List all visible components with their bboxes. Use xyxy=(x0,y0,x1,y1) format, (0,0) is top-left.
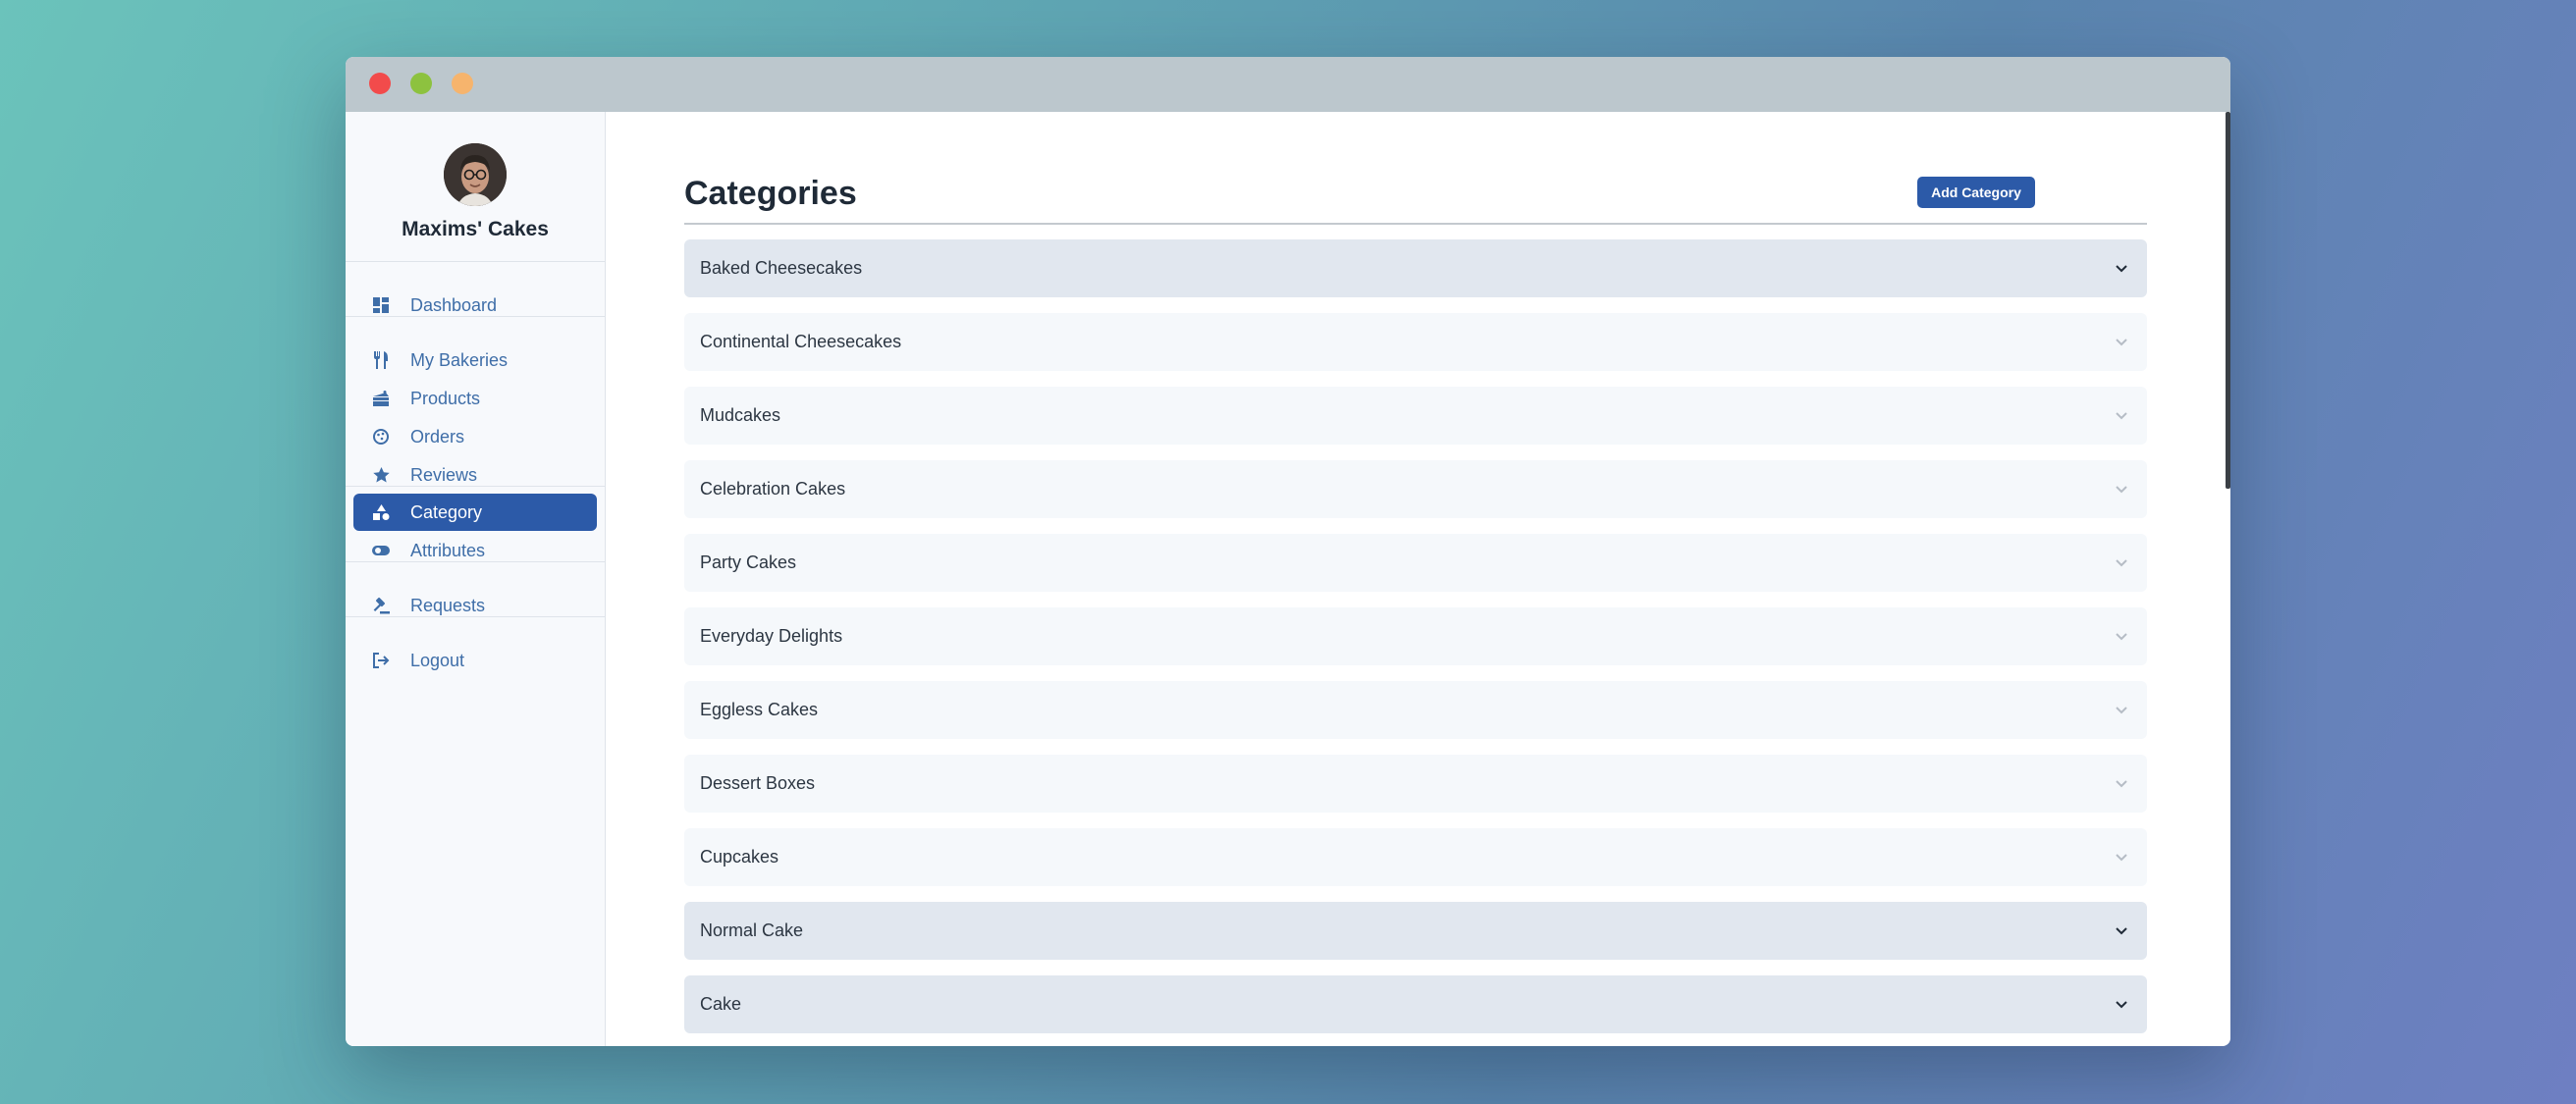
sidebar-divider xyxy=(346,261,605,262)
category-row[interactable]: Party Cakes xyxy=(684,534,2147,592)
brand-name: Maxims' Cakes xyxy=(402,218,549,240)
chevron-down-icon[interactable] xyxy=(2114,261,2129,277)
chevron-down-icon[interactable] xyxy=(2114,335,2129,350)
sidebar-item-label: Orders xyxy=(410,426,465,447)
category-label: Cake xyxy=(700,994,742,1014)
category-label: Normal Cake xyxy=(700,920,804,940)
category-label: Celebration Cakes xyxy=(700,479,846,499)
gavel-icon xyxy=(371,596,391,615)
sidebar-divider xyxy=(346,616,605,617)
category-row[interactable]: Mudcakes xyxy=(684,387,2147,445)
sidebar-item-products[interactable]: Products xyxy=(353,380,597,417)
category-row[interactable]: Continental Cheesecakes xyxy=(684,313,2147,371)
fork-knife-icon xyxy=(371,350,391,370)
chevron-down-icon[interactable] xyxy=(2114,555,2129,571)
sidebar-item-label: Category xyxy=(410,501,483,522)
minimize-window-button[interactable] xyxy=(410,73,432,94)
chevron-down-icon[interactable] xyxy=(2114,703,2129,718)
sidebar-item-requests[interactable]: Requests xyxy=(353,587,597,624)
category-label: Party Cakes xyxy=(700,552,797,572)
category-label: Cupcakes xyxy=(700,847,779,867)
category-row[interactable]: Everyday Delights xyxy=(684,607,2147,665)
chevron-down-icon[interactable] xyxy=(2114,997,2129,1013)
chevron-down-icon[interactable] xyxy=(2114,923,2129,939)
sidebar-item-label: Logout xyxy=(410,650,465,670)
sidebar-item-label: Attributes xyxy=(410,540,486,560)
avatar xyxy=(444,143,507,206)
chevron-down-icon[interactable] xyxy=(2114,482,2129,498)
app-window: Maxims' Cakes Dashboard My Bakeries Prod… xyxy=(346,57,2230,1046)
category-label: Dessert Boxes xyxy=(700,773,816,793)
dashboard-grid-icon xyxy=(371,295,391,315)
add-category-button[interactable]: Add Category xyxy=(1917,177,2035,208)
category-label: Everyday Delights xyxy=(700,626,843,646)
sidebar-divider xyxy=(346,316,605,317)
cookie-icon xyxy=(371,427,391,447)
category-label: Mudcakes xyxy=(700,405,781,425)
category-row[interactable]: Celebration Cakes xyxy=(684,460,2147,518)
category-row[interactable]: Cake xyxy=(684,975,2147,1033)
toggle-icon xyxy=(371,541,391,560)
close-window-button[interactable] xyxy=(369,73,391,94)
star-icon xyxy=(371,465,391,485)
title-divider xyxy=(684,223,2147,225)
sidebar-divider xyxy=(346,486,605,487)
sidebar-item-label: Requests xyxy=(410,595,486,615)
sidebar-divider xyxy=(346,561,605,562)
category-row[interactable]: Baked Cheesecakes xyxy=(684,239,2147,297)
chevron-down-icon[interactable] xyxy=(2114,629,2129,645)
sidebar-item-reviews[interactable]: Reviews xyxy=(353,456,597,494)
category-row[interactable]: Normal Cake xyxy=(684,902,2147,960)
category-row[interactable]: Eggless Cakes xyxy=(684,681,2147,739)
sidebar-item-label: Products xyxy=(410,388,481,408)
window-titlebar xyxy=(346,57,2230,112)
sidebar-item-attributes[interactable]: Attributes xyxy=(353,532,597,569)
cake-slice-icon xyxy=(371,389,391,408)
chevron-down-icon[interactable] xyxy=(2114,776,2129,792)
category-label: Continental Cheesecakes xyxy=(700,332,902,351)
main-content: Categories Add Category Baked Cheesecake… xyxy=(606,112,2223,1046)
sidebar-item-my-bakeries[interactable]: My Bakeries xyxy=(353,342,597,379)
sidebar-item-logout[interactable]: Logout xyxy=(353,642,597,679)
sidebar-item-label: Reviews xyxy=(410,464,478,485)
logout-icon xyxy=(371,651,391,670)
maximize-window-button[interactable] xyxy=(452,73,473,94)
sidebar-item-category[interactable]: Category xyxy=(353,494,597,531)
category-row[interactable]: Dessert Boxes xyxy=(684,755,2147,813)
category-list: Baked Cheesecakes Continental Cheesecakes… xyxy=(684,239,2147,1046)
page-title: Categories xyxy=(684,175,857,212)
sidebar-item-label: My Bakeries xyxy=(410,349,509,370)
category-row[interactable]: Cupcakes xyxy=(684,828,2147,886)
chevron-down-icon[interactable] xyxy=(2114,408,2129,424)
category-label: Eggless Cakes xyxy=(700,700,819,719)
sidebar: Maxims' Cakes Dashboard My Bakeries Prod… xyxy=(346,112,606,1046)
sidebar-item-dashboard[interactable]: Dashboard xyxy=(353,287,597,324)
chevron-down-icon[interactable] xyxy=(2114,850,2129,866)
shapes-icon xyxy=(371,502,391,522)
sidebar-item-orders[interactable]: Orders xyxy=(353,418,597,455)
scrollbar[interactable] xyxy=(2226,112,2230,489)
category-label: Baked Cheesecakes xyxy=(700,258,863,278)
sidebar-item-label: Dashboard xyxy=(410,294,498,315)
